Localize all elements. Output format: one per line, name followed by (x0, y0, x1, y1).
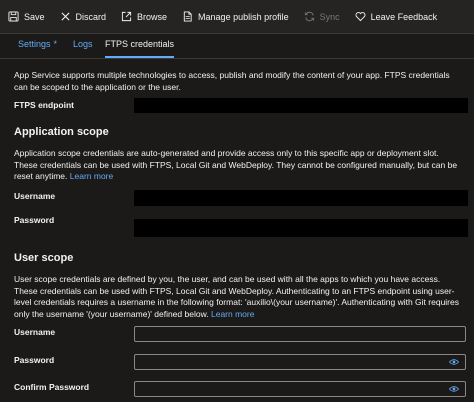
leave-feedback-label: Leave Feedback (370, 11, 438, 22)
leave-feedback-button[interactable]: Leave Feedback (355, 11, 438, 22)
intro-text: App Service supports multiple technologi… (14, 70, 450, 92)
application-scope-description: Application scope credentials are auto-g… (14, 148, 464, 183)
sync-icon (304, 11, 314, 22)
heart-icon (355, 12, 366, 22)
tab-ftps-credentials-label: FTPS credentials (105, 39, 175, 49)
user-scope-heading: User scope (14, 252, 74, 264)
confirm-password-label: Confirm Password (14, 382, 90, 392)
tab-divider (0, 58, 474, 59)
save-button[interactable]: Save (8, 11, 45, 22)
user-scope-learn-more-link[interactable]: Learn more (211, 309, 254, 319)
application-scope-learn-more-link[interactable]: Learn more (70, 171, 113, 181)
application-password-value-redacted (134, 219, 468, 237)
eye-icon[interactable] (449, 358, 459, 366)
manage-publish-profile-button[interactable]: Manage publish profile (182, 11, 289, 22)
eye-icon[interactable] (449, 385, 459, 393)
manage-publish-profile-label: Manage publish profile (198, 11, 289, 22)
user-scope-description: User scope credentials are defined by yo… (14, 274, 464, 320)
tab-ftps-credentials[interactable]: FTPS credentials (105, 34, 175, 58)
application-username-value-redacted (134, 190, 468, 206)
sync-button[interactable]: Sync (304, 11, 340, 22)
user-password-label: Password (14, 355, 55, 365)
command-bar: Save Discard Browse Manage publish profi… (0, 0, 474, 34)
save-button-label: Save (24, 11, 45, 22)
ftps-endpoint-value-redacted (134, 98, 468, 113)
application-password-label: Password (14, 215, 55, 225)
browse-button-label: Browse (137, 11, 168, 22)
browse-button[interactable]: Browse (121, 11, 167, 22)
tab-logs[interactable]: Logs (73, 34, 93, 58)
user-password-input[interactable] (134, 354, 466, 370)
tab-list: Settings * Logs FTPS credentials (0, 34, 474, 58)
save-icon (8, 11, 19, 22)
ftps-endpoint-label: FTPS endpoint (14, 100, 74, 110)
sync-button-label: Sync (319, 11, 340, 22)
tab-settings-label: Settings (18, 39, 51, 49)
application-scope-heading: Application scope (14, 126, 109, 138)
close-icon (60, 12, 70, 21)
external-link-icon (121, 11, 132, 22)
user-username-input[interactable] (134, 326, 466, 342)
tab-logs-label: Logs (73, 39, 93, 49)
discard-button[interactable]: Discard (60, 11, 107, 22)
confirm-password-input[interactable] (134, 381, 466, 397)
application-username-label: Username (14, 191, 56, 201)
discard-button-label: Discard (75, 11, 107, 22)
tab-settings[interactable]: Settings * (18, 34, 57, 58)
document-icon (183, 11, 192, 22)
user-username-label: Username (14, 327, 56, 337)
unsaved-marker: * (53, 39, 58, 49)
